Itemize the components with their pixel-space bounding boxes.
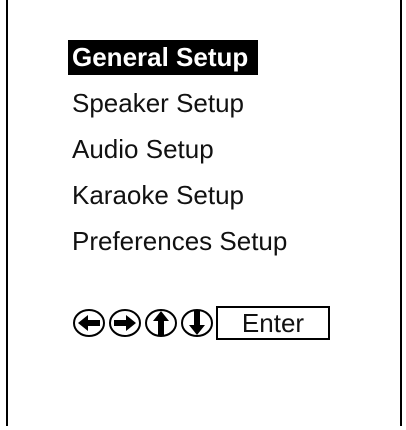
menu-item-general-setup[interactable]: General Setup: [68, 34, 291, 80]
enter-button[interactable]: Enter: [216, 306, 330, 340]
menu-item-label: Karaoke Setup: [72, 179, 245, 210]
menu-item-audio-setup[interactable]: Audio Setup: [68, 126, 291, 172]
menu-item-preferences-setup[interactable]: Preferences Setup: [68, 218, 291, 264]
menu-item-label: General Setup: [68, 39, 259, 75]
setup-menu: General Setup Speaker Setup Audio Setup …: [68, 34, 291, 264]
down-arrow-icon[interactable]: [180, 306, 214, 340]
navigation-controls: Enter: [72, 306, 330, 340]
up-arrow-icon[interactable]: [144, 306, 178, 340]
left-arrow-icon[interactable]: [72, 306, 106, 340]
menu-item-label: Audio Setup: [72, 133, 214, 164]
menu-item-label: Speaker Setup: [72, 87, 245, 118]
menu-item-label: Preferences Setup: [72, 225, 288, 256]
menu-item-speaker-setup[interactable]: Speaker Setup: [68, 80, 291, 126]
menu-item-karaoke-setup[interactable]: Karaoke Setup: [68, 172, 291, 218]
right-arrow-icon[interactable]: [108, 306, 142, 340]
